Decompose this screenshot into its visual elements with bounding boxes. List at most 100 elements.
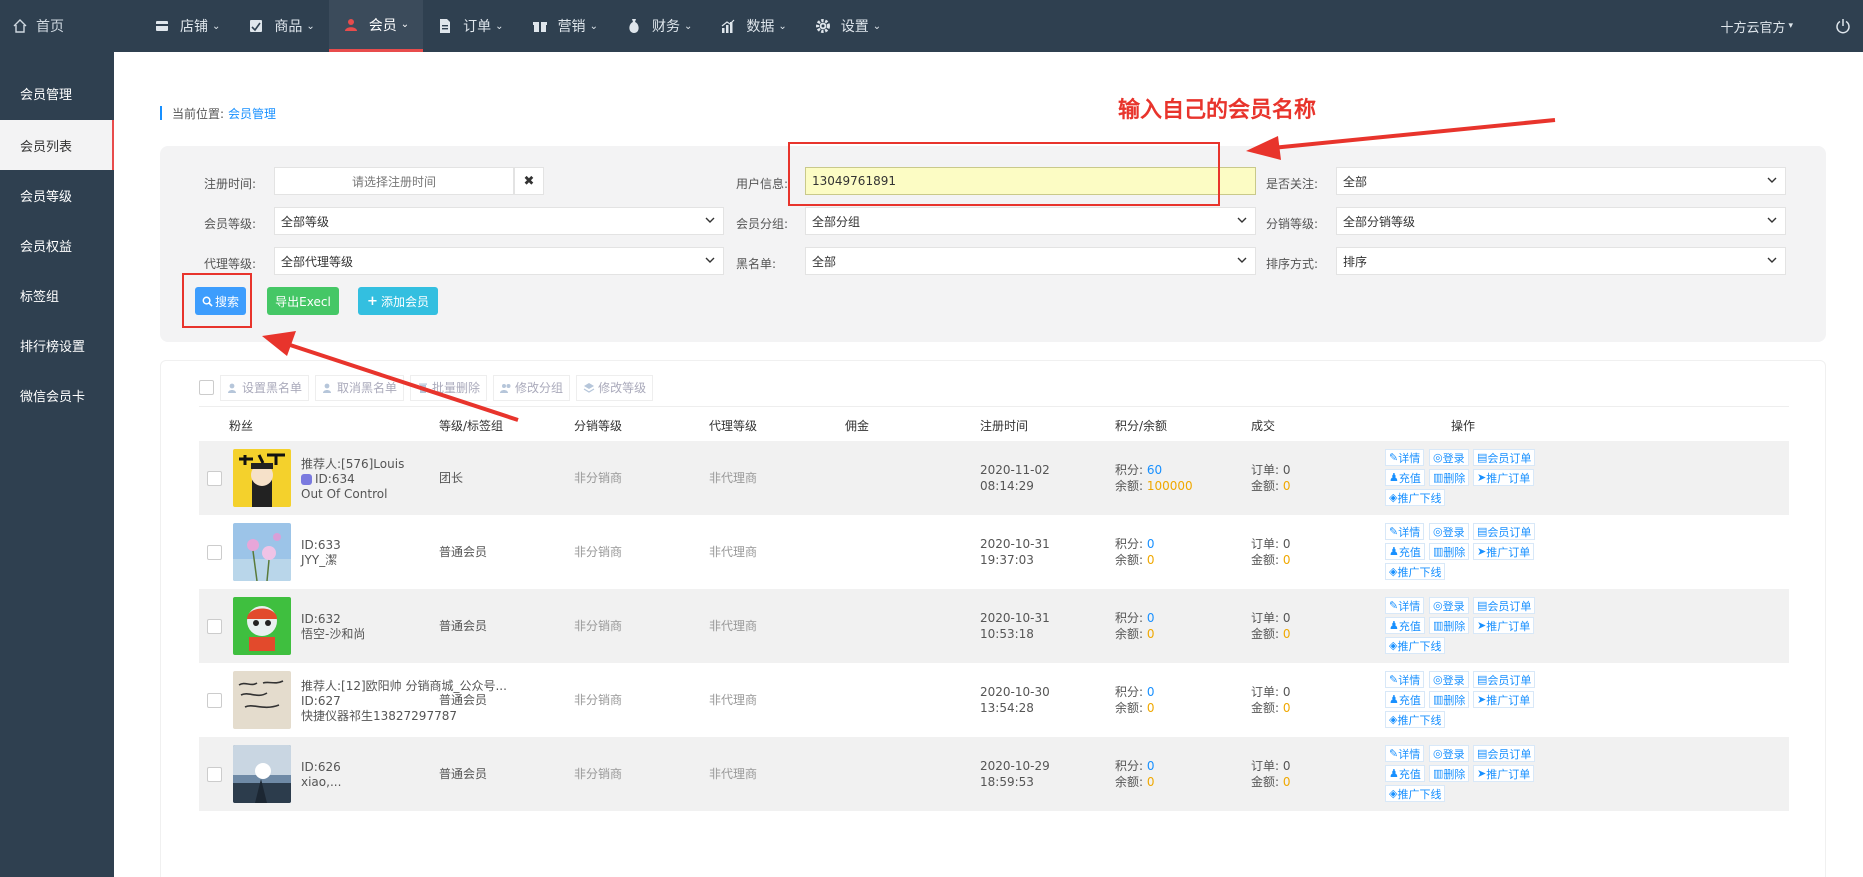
nav-home[interactable]: 首页 <box>12 0 64 52</box>
op-label: 详情 <box>1398 673 1421 687</box>
member-orders-button[interactable]: ▤ 会员订单 <box>1473 671 1536 688</box>
recharge-button[interactable]: ♟ 充值 <box>1385 469 1425 486</box>
table-row: 推荐人:[576]Louis ID:634 Out Of Control 团长 … <box>199 441 1789 515</box>
member-orders-button[interactable]: ▤ 会员订单 <box>1473 597 1536 614</box>
reg-time: 13:54:28 <box>980 701 1034 715</box>
select-all-checkbox[interactable] <box>199 380 214 395</box>
login-button[interactable]: ◎ 登录 <box>1429 449 1469 466</box>
reg-time-clear-button[interactable]: ✖ <box>514 167 544 195</box>
row-checkbox[interactable] <box>207 619 222 634</box>
breadcrumb-current[interactable]: 会员管理 <box>228 105 276 122</box>
member-nickname: Out Of Control <box>301 487 388 501</box>
delete-button[interactable]: ▥ 删除 <box>1429 691 1470 708</box>
row-checkbox[interactable] <box>207 693 222 708</box>
follow-label: 是否关注: <box>1266 177 1319 191</box>
export-excel-button[interactable]: 导出Execl <box>267 287 339 315</box>
op-label: 详情 <box>1398 747 1421 761</box>
chevron-down-icon <box>705 257 715 263</box>
promo-orders-button[interactable]: ➤ 推广订单 <box>1473 765 1535 782</box>
delete-button[interactable]: ▥ 删除 <box>1429 543 1470 560</box>
agent-level-select[interactable]: 全部代理等级 <box>274 247 724 275</box>
sidebar-item-member-rights[interactable]: 会员权益 <box>0 220 114 270</box>
recharge-button[interactable]: ♟ 充值 <box>1385 765 1425 782</box>
nav-item-marketing[interactable]: 营销 ⌄ <box>518 0 612 52</box>
detail-button[interactable]: ✎ 详情 <box>1385 745 1425 762</box>
reg-time: 10:53:18 <box>980 627 1034 641</box>
detail-button[interactable]: ✎ 详情 <box>1385 523 1425 540</box>
money-bag-icon: ♟ <box>1389 545 1399 558</box>
promo-orders-button[interactable]: ➤ 推广订单 <box>1473 617 1535 634</box>
reg-time-input[interactable]: 请选择注册时间 <box>274 167 514 195</box>
detail-button[interactable]: ✎ 详情 <box>1385 449 1425 466</box>
member-orders-button[interactable]: ▤ 会员订单 <box>1473 745 1536 762</box>
sidebar-item-wechat-card[interactable]: 微信会员卡 <box>0 370 114 420</box>
nav-item-product[interactable]: 商品 ⌄ <box>234 0 328 52</box>
login-button[interactable]: ◎ 登录 <box>1429 671 1469 688</box>
promo-downline-button[interactable]: ◈ 推广下线 <box>1385 489 1446 506</box>
referrer: 推荐人:[576]Louis <box>301 457 405 471</box>
sidebar-item-label: 微信会员卡 <box>20 389 86 405</box>
nav-item-order[interactable]: 订单 ⌄ <box>423 0 517 52</box>
member-orders-button[interactable]: ▤ 会员订单 <box>1473 449 1536 466</box>
row-checkbox[interactable] <box>207 767 222 782</box>
sidebar-item-member-manage[interactable]: 会员管理 <box>0 66 114 120</box>
account-menu[interactable]: 十方云官方 ▾ <box>1720 0 1793 52</box>
layers-icon: ◈ <box>1389 713 1398 726</box>
login-button[interactable]: ◎ 登录 <box>1429 745 1469 762</box>
power-icon[interactable] <box>1835 18 1851 34</box>
recharge-button[interactable]: ♟ 充值 <box>1385 691 1425 708</box>
nav-item-data[interactable]: 数据 ⌄ <box>706 0 800 52</box>
header-agent-level: 代理等级 <box>709 419 758 433</box>
recharge-button[interactable]: ♟ 充值 <box>1385 543 1425 560</box>
delete-button[interactable]: ▥ 删除 <box>1429 765 1470 782</box>
cancel-blacklist-button[interactable]: 取消黑名单 <box>315 374 405 401</box>
promo-orders-button[interactable]: ➤ 推广订单 <box>1473 691 1535 708</box>
balance-label: 余额: <box>1115 553 1144 567</box>
promo-orders-button[interactable]: ➤ 推广订单 <box>1473 543 1535 560</box>
blacklist-select[interactable]: 全部 <box>805 247 1256 275</box>
row-checkbox[interactable] <box>207 545 222 560</box>
amount-label: 金额: <box>1251 775 1280 789</box>
dist-level-select[interactable]: 全部分销等级 <box>1336 207 1786 235</box>
detail-button[interactable]: ✎ 详情 <box>1385 597 1425 614</box>
op-label: 推广订单 <box>1486 619 1531 633</box>
orders-label: 订单: <box>1251 611 1280 625</box>
change-level-button[interactable]: 修改等级 <box>576 374 654 401</box>
dist-level-label: 分销等级: <box>1266 217 1319 231</box>
batch-delete-button[interactable]: 批量删除 <box>410 374 488 401</box>
sidebar-item-ranking[interactable]: 排行榜设置 <box>0 320 114 370</box>
nav-item-store[interactable]: 店铺 ⌄ <box>140 0 234 52</box>
nav-item-settings[interactable]: 设置 ⌄ <box>801 0 895 52</box>
promo-downline-button[interactable]: ◈ 推广下线 <box>1385 563 1446 580</box>
nav-item-label: 商品 <box>274 19 303 35</box>
promo-downline-button[interactable]: ◈ 推广下线 <box>1385 637 1446 654</box>
member-level-select[interactable]: 全部等级 <box>274 207 724 235</box>
nav-item-finance[interactable]: 财务 ⌄ <box>612 0 706 52</box>
sidebar-item-member-list[interactable]: 会员列表 <box>0 120 114 170</box>
sidebar-item-member-level[interactable]: 会员等级 <box>0 170 114 220</box>
balance-value: 0 <box>1146 627 1155 641</box>
detail-button[interactable]: ✎ 详情 <box>1385 671 1425 688</box>
promo-downline-button[interactable]: ◈ 推广下线 <box>1385 785 1446 802</box>
login-button[interactable]: ◎ 登录 <box>1429 523 1469 540</box>
balance-value: 0 <box>1146 553 1155 567</box>
member-orders-button[interactable]: ▤ 会员订单 <box>1473 523 1536 540</box>
promo-downline-button[interactable]: ◈ 推广下线 <box>1385 711 1446 728</box>
promo-orders-button[interactable]: ➤ 推广订单 <box>1473 469 1535 486</box>
row-checkbox[interactable] <box>207 471 222 486</box>
change-group-button[interactable]: 修改分组 <box>493 374 571 401</box>
member-group-select[interactable]: 全部分组 <box>805 207 1256 235</box>
op-label: 推广下线 <box>1397 787 1442 801</box>
delete-button[interactable]: ▥ 删除 <box>1429 469 1470 486</box>
recharge-button[interactable]: ♟ 充值 <box>1385 617 1425 634</box>
set-blacklist-button[interactable]: 设置黑名单 <box>220 374 310 401</box>
sort-select[interactable]: 排序 <box>1336 247 1786 275</box>
delete-button[interactable]: ▥ 删除 <box>1429 617 1470 634</box>
login-button[interactable]: ◎ 登录 <box>1429 597 1469 614</box>
member-id: ID:633 <box>301 538 341 552</box>
avatar <box>233 597 291 655</box>
sidebar-item-tag-group[interactable]: 标签组 <box>0 270 114 320</box>
add-member-button[interactable]: + 添加会员 <box>358 287 438 315</box>
follow-select[interactable]: 全部 <box>1336 167 1786 195</box>
nav-item-member[interactable]: 会员 ⌄ <box>328 0 424 52</box>
